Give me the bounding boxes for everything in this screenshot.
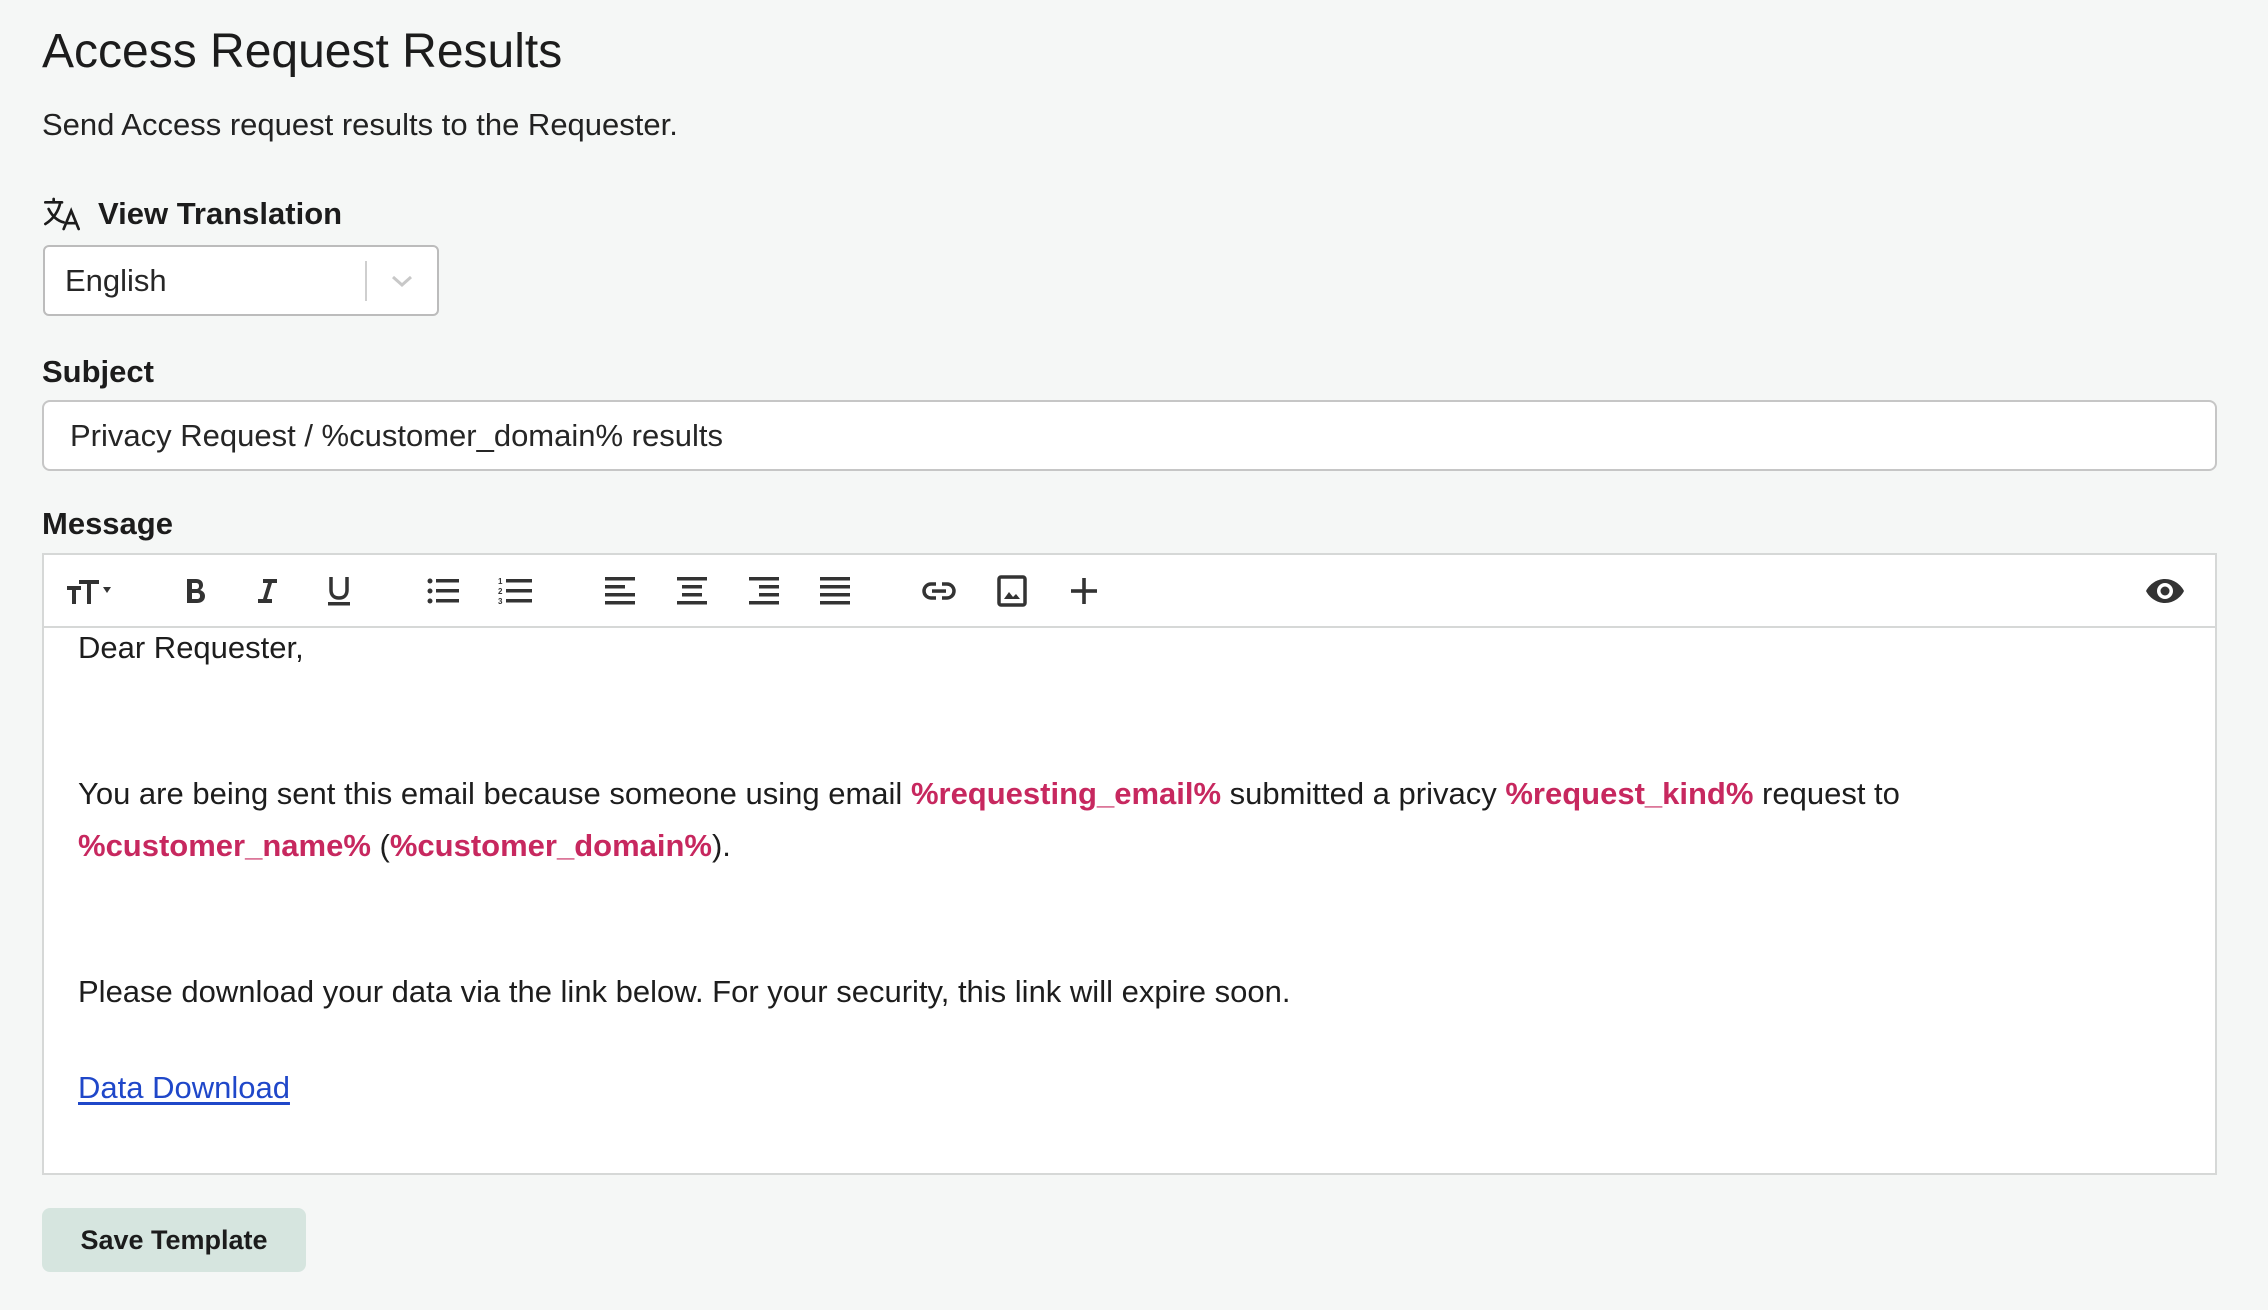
svg-text:2: 2 (498, 587, 503, 596)
plus-icon (1071, 578, 1097, 604)
numbered-list-button[interactable]: 1 2 3 (493, 569, 537, 613)
page-title: Access Request Results (42, 25, 563, 78)
preview-button[interactable] (2140, 569, 2190, 613)
body-text: You are being sent this email because so… (78, 776, 911, 811)
variable-request-kind: %request_kind% (1505, 776, 1754, 811)
body-text: ). (711, 828, 731, 863)
chevron-down-icon[interactable] (367, 273, 437, 289)
align-center-button[interactable] (670, 569, 714, 613)
link-button[interactable] (917, 569, 961, 613)
align-right-button[interactable] (742, 569, 786, 613)
variable-customer-name: %customer_name% (78, 828, 371, 863)
italic-button[interactable] (245, 569, 289, 613)
language-select-value: English (65, 262, 167, 298)
align-right-icon (749, 577, 779, 605)
editor-toolbar: 1 2 3 (44, 555, 2215, 628)
underline-button[interactable] (317, 569, 361, 613)
save-template-button[interactable]: Save Template (42, 1208, 306, 1272)
view-translation-text: View Translation (98, 196, 343, 231)
body-text: submitted a privacy (1221, 776, 1506, 811)
underline-icon (328, 577, 350, 606)
page-subtitle: Send Access request results to the Reque… (42, 107, 678, 142)
svg-text:3: 3 (498, 597, 503, 606)
italic-icon (258, 579, 277, 603)
message-label: Message (42, 506, 173, 541)
eye-icon (2146, 579, 2184, 603)
body-text: request to (1753, 776, 1900, 811)
align-left-button[interactable] (598, 569, 642, 613)
greeting-line: Dear Requester, (78, 630, 304, 665)
paragraph-2: Please download your data via the link b… (78, 974, 1291, 1009)
align-justify-icon (820, 577, 850, 605)
message-editor[interactable]: 1 2 3 Dear Requester, You are being sent… (42, 553, 2217, 1175)
paragraph-1-line-1: You are being sent this email because so… (78, 774, 1900, 814)
variable-requesting-email: %requesting_email% (910, 776, 1222, 811)
font-size-icon (67, 580, 111, 604)
paragraph-1-line-2: %customer_name% (%customer_domain%). (78, 826, 731, 866)
view-translation-label: View Translation (42, 192, 342, 236)
language-select[interactable]: English (43, 245, 439, 316)
body-text: ( (370, 828, 390, 863)
align-justify-button[interactable] (813, 569, 857, 613)
bullet-list-icon (427, 578, 459, 604)
numbered-list-icon: 1 2 3 (498, 577, 532, 606)
font-size-button[interactable] (64, 569, 116, 613)
data-download-link[interactable]: Data Download (78, 1070, 290, 1105)
image-icon (997, 575, 1027, 607)
insert-button[interactable] (1062, 569, 1106, 613)
bold-icon (187, 579, 205, 603)
variable-customer-domain: %customer_domain% (389, 828, 712, 863)
align-center-icon (677, 577, 707, 605)
svg-text:1: 1 (498, 577, 503, 586)
subject-input[interactable]: Privacy Request / %customer_domain% resu… (42, 400, 2217, 471)
bold-button[interactable] (174, 569, 218, 613)
bullet-list-button[interactable] (421, 569, 465, 613)
subject-label: Subject (42, 354, 154, 389)
link-icon (922, 582, 956, 600)
data-download-line: Data Download (78, 1068, 290, 1108)
align-left-icon (605, 577, 635, 605)
image-button[interactable] (990, 569, 1034, 613)
translate-icon (44, 197, 80, 231)
